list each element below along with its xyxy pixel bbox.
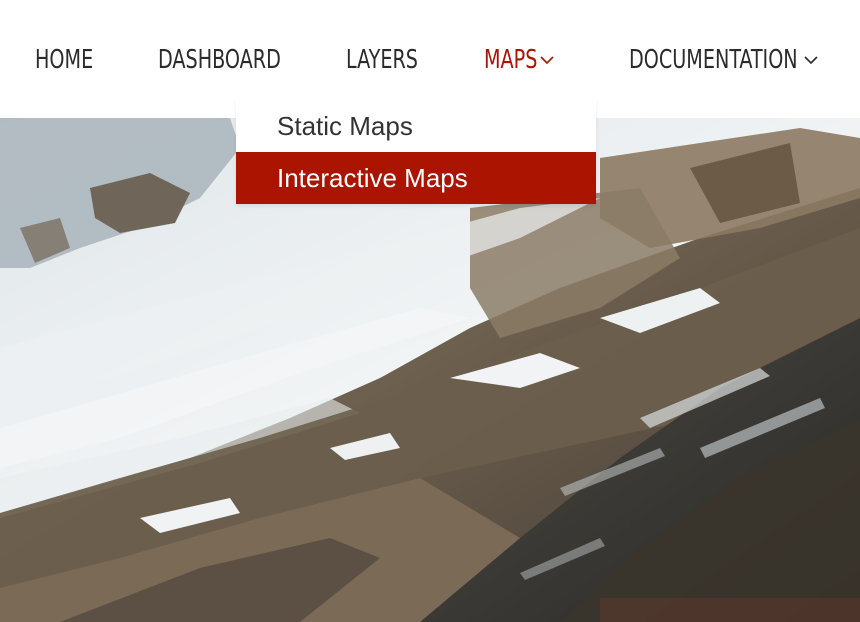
nav-item-maps-label: MAPS <box>484 45 538 75</box>
nav-item-maps[interactable]: MAPS <box>484 40 555 80</box>
dropdown-item-static-maps-label: Static Maps <box>277 110 413 141</box>
nav-item-layers-label: LAYERS <box>346 45 418 75</box>
maps-dropdown-menu: Static Maps Interactive Maps <box>236 100 596 204</box>
chevron-down-icon <box>803 52 819 68</box>
chevron-down-icon <box>539 52 555 68</box>
nav-item-documentation-label: DOCUMENTATION <box>629 45 798 75</box>
dropdown-item-static-maps[interactable]: Static Maps <box>236 100 596 152</box>
dropdown-item-interactive-maps[interactable]: Interactive Maps <box>236 152 596 204</box>
nav-item-dashboard[interactable]: DASHBOARD <box>158 40 308 80</box>
nav-item-home[interactable]: HOME <box>35 40 106 80</box>
nav-item-layers[interactable]: LAYERS <box>346 40 434 80</box>
nav-item-home-label: HOME <box>35 45 94 75</box>
dropdown-item-interactive-maps-label: Interactive Maps <box>277 162 468 193</box>
nav-item-documentation[interactable]: DOCUMENTATION <box>629 40 819 80</box>
nav-item-dashboard-label: DASHBOARD <box>158 45 281 75</box>
